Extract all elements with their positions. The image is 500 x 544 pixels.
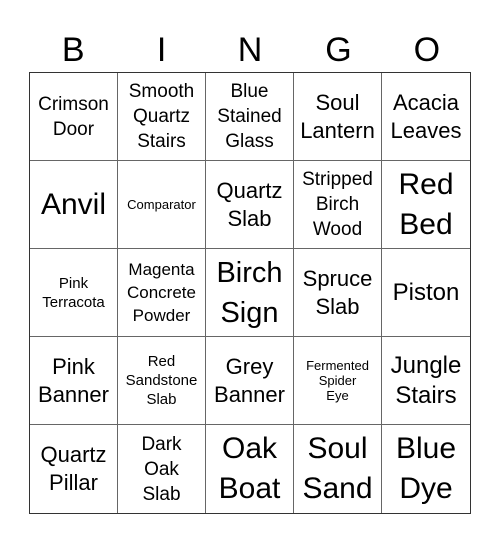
bingo-cell[interactable]: Fermented Spider Eye <box>294 337 382 425</box>
bingo-cell-label: Soul Sand <box>302 432 373 505</box>
bingo-cell[interactable]: Smooth Quartz Stairs <box>118 73 206 161</box>
bingo-cell[interactable]: Blue Stained Glass <box>206 73 294 161</box>
bingo-cell[interactable]: Comparator <box>118 161 206 249</box>
bingo-cell-label: Quartz Slab <box>216 177 283 231</box>
bingo-cell[interactable]: Birch Sign <box>206 249 294 337</box>
bingo-cell-label: Red Sandstone Slab <box>125 353 198 408</box>
bingo-cell-label: Smooth Quartz Stairs <box>128 81 195 152</box>
header-letter-n: N <box>237 31 263 69</box>
bingo-cell[interactable]: Blue Dye <box>382 425 470 513</box>
bingo-cell-label: Magenta Concrete Powder <box>127 260 196 325</box>
bingo-cell[interactable]: Quartz Pillar <box>30 425 118 513</box>
bingo-cell-label: Acacia Leaves <box>390 89 462 143</box>
header-letter-b: B <box>61 31 85 69</box>
header-letter-i: I <box>156 31 167 69</box>
bingo-cell-label: Dark Oak Slab <box>141 433 182 505</box>
bingo-header: B I N G O <box>29 28 471 72</box>
bingo-cell-label: Piston <box>392 278 460 306</box>
bingo-cell[interactable]: Jungle Stairs <box>382 337 470 425</box>
bingo-cell-label: Comparator <box>127 197 196 212</box>
bingo-cell-label: Blue Stained Glass <box>217 81 282 152</box>
bingo-cell[interactable]: Soul Sand <box>294 425 382 513</box>
bingo-cell[interactable]: Oak Boat <box>206 425 294 513</box>
bingo-cell[interactable]: Red Bed <box>382 161 470 249</box>
bingo-cell-label: Grey Banner <box>214 353 285 407</box>
bingo-cell-label: Soul Lantern <box>300 89 375 143</box>
bingo-cell[interactable]: Pink Banner <box>30 337 118 425</box>
bingo-cell[interactable]: Red Sandstone Slab <box>118 337 206 425</box>
bingo-cell[interactable]: Acacia Leaves <box>382 73 470 161</box>
bingo-cell[interactable]: Piston <box>382 249 470 337</box>
bingo-cell[interactable]: Anvil <box>30 161 118 249</box>
bingo-cell[interactable]: Dark Oak Slab <box>118 425 206 513</box>
bingo-cell-label: Fermented Spider Eye <box>306 358 369 403</box>
bingo-cell-label: Crimson Door <box>38 93 109 140</box>
bingo-cell[interactable]: Pink Terracota <box>30 249 118 337</box>
bingo-cell[interactable]: Stripped Birch Wood <box>294 161 382 249</box>
bingo-cell[interactable]: Quartz Slab <box>206 161 294 249</box>
bingo-cell[interactable]: Grey Banner <box>206 337 294 425</box>
bingo-cell-label: Quartz Pillar <box>40 442 107 495</box>
bingo-cell[interactable]: Spruce Slab <box>294 249 382 337</box>
header-letter-g: G <box>325 31 352 69</box>
bingo-cell-label: Pink Banner <box>38 353 109 407</box>
bingo-cell-label: Pink Terracota <box>42 274 105 311</box>
bingo-cell-label: Red Bed <box>398 167 454 241</box>
bingo-cell-label: Spruce Slab <box>302 265 373 319</box>
bingo-grid: Crimson Door Smooth Quartz Stairs Blue Sta… <box>29 72 471 514</box>
bingo-cell-label: Stripped Birch Wood <box>302 169 373 240</box>
bingo-cell-label: Blue Dye <box>395 432 457 505</box>
header-letter-o: O <box>413 31 441 69</box>
bingo-cell-label: Jungle Stairs <box>390 351 462 409</box>
bingo-cell-label: Oak Boat <box>218 432 281 505</box>
bingo-cell[interactable]: Magenta Concrete Powder <box>118 249 206 337</box>
bingo-cell-label: Anvil <box>40 187 107 221</box>
bingo-cell[interactable]: Crimson Door <box>30 73 118 161</box>
bingo-cell[interactable]: Soul Lantern <box>294 73 382 161</box>
bingo-cell-label: Birch Sign <box>216 256 283 329</box>
